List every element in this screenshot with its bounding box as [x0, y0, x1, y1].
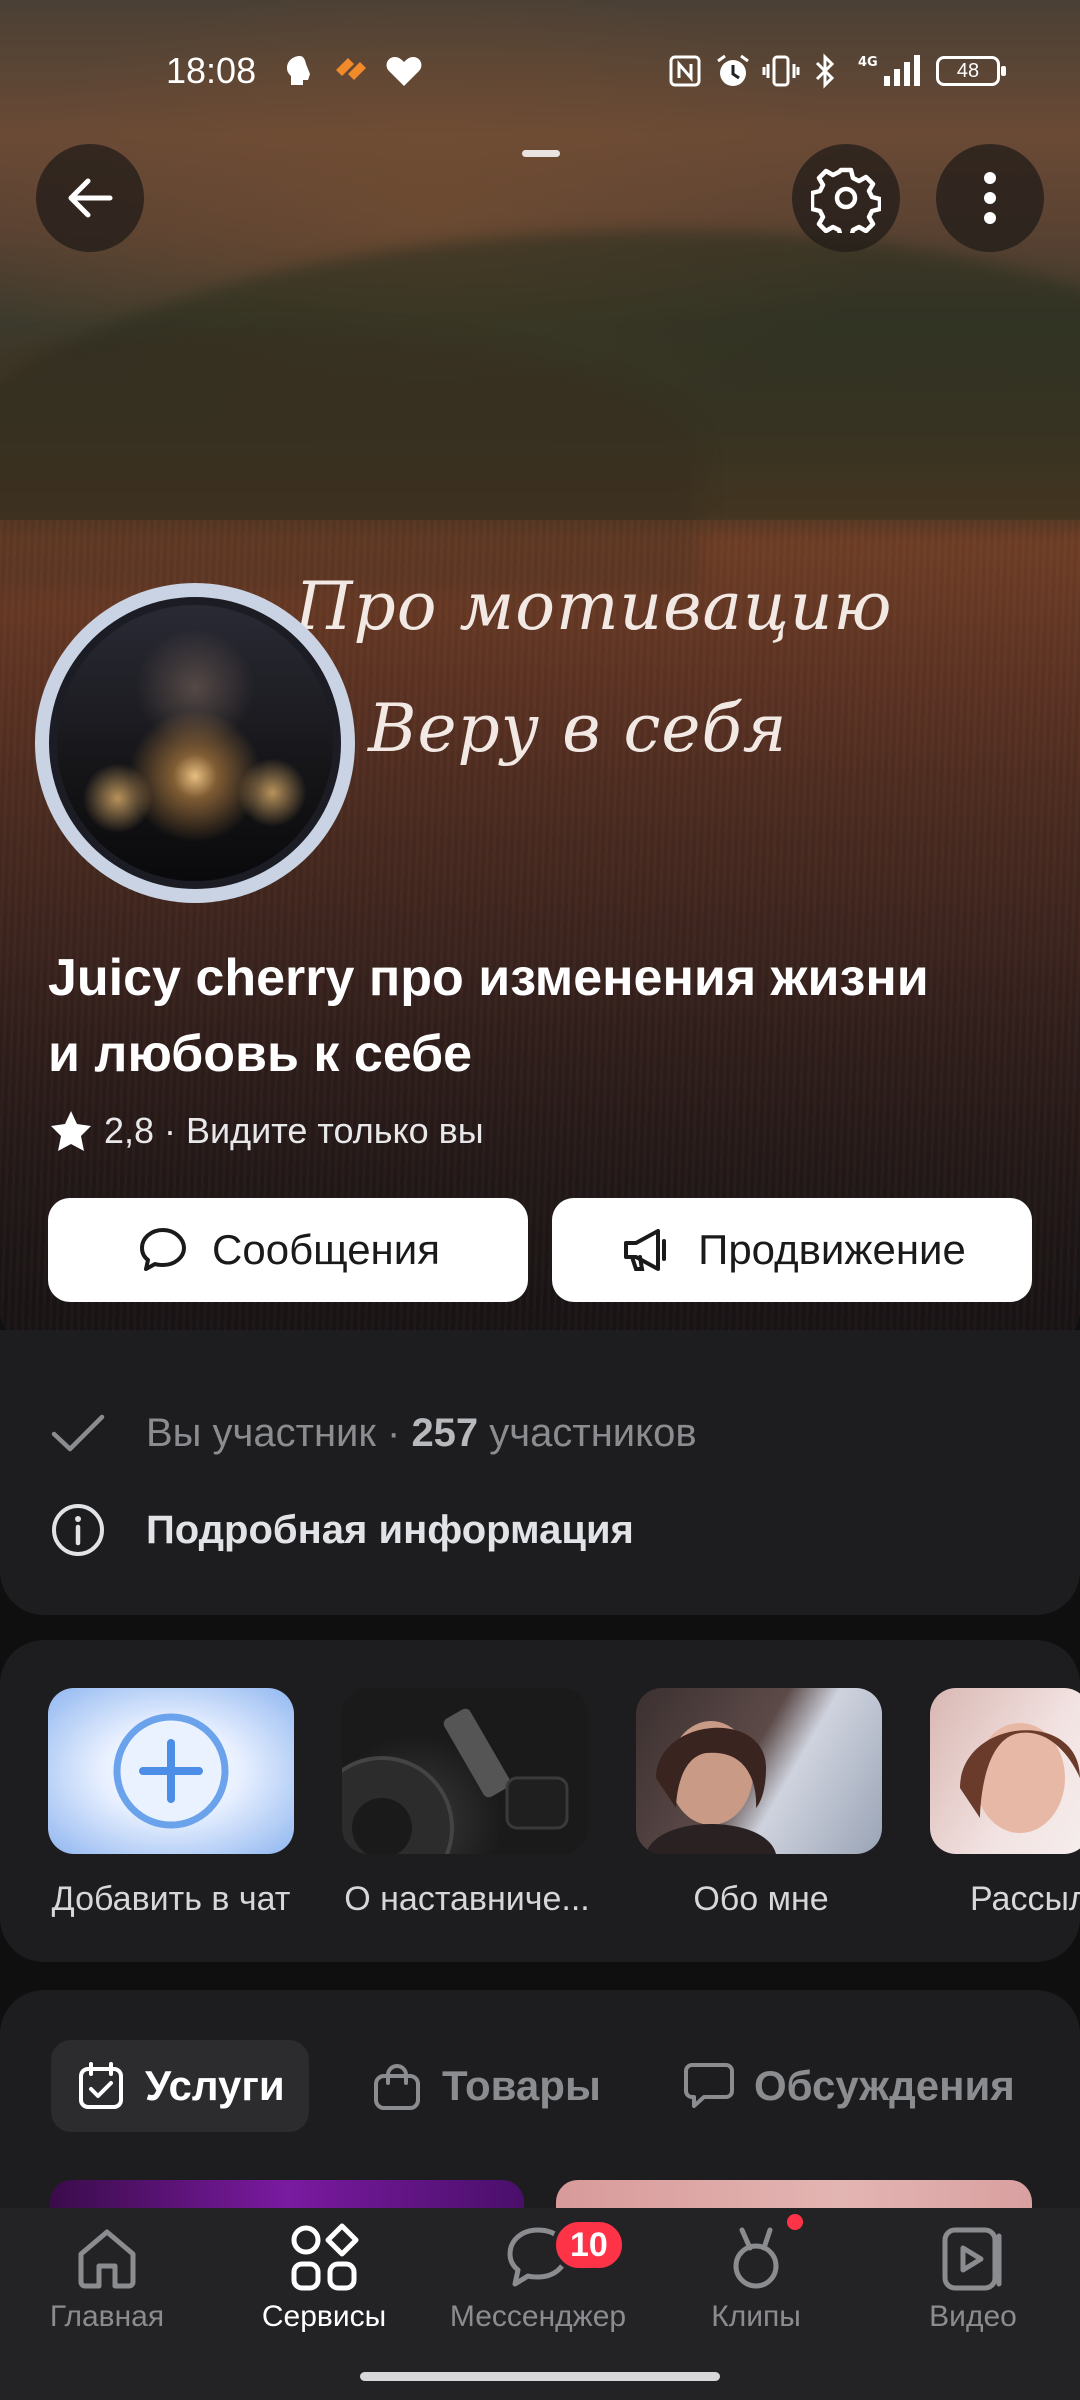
- gear-icon: [811, 167, 881, 233]
- shortcut-label-mentoring: О наставниче...: [344, 1880, 590, 1918]
- group-title: Juicy cherry про изменения жизни и любов…: [48, 949, 929, 1083]
- alarm-icon: [717, 54, 749, 86]
- messages-label: Сообщения: [212, 1226, 440, 1273]
- group-meta: 2,8 · Видите только вы: [48, 1108, 484, 1154]
- status-time: 18:08: [166, 50, 257, 91]
- mentoring-tile[interactable]: [342, 1688, 588, 1854]
- tab-goods-label: Товары: [442, 2062, 601, 2109]
- member-status: Вы участник ·: [146, 1410, 412, 1455]
- nav-messenger-label: Мессенджер: [449, 2300, 627, 2333]
- tab-services[interactable]: Услуги: [51, 2040, 309, 2132]
- promotion-label: Продвижение: [698, 1226, 966, 1273]
- tab-discussions-label: Обсуждения: [754, 2062, 1015, 2109]
- cover-page-indicator: [522, 150, 560, 157]
- message-icon: [140, 1228, 187, 1271]
- nav-clips[interactable]: Клипы: [666, 2222, 846, 2334]
- orange-heart-app-icon: [336, 58, 366, 80]
- membership-row[interactable]: Вы участник · 257 участников: [48, 1408, 697, 1458]
- rating-value[interactable]: 2,8: [104, 1110, 154, 1152]
- nav-services-label: Сервисы: [261, 2300, 387, 2333]
- portrait-photo: [646, 1721, 776, 1854]
- signal-4g-icon: 4G: [858, 55, 920, 86]
- calendar-check-icon: [79, 2062, 123, 2109]
- discussion-bubble-icon: [684, 2063, 734, 2108]
- cover-text-line2: Веру в себя: [368, 690, 788, 767]
- more-button[interactable]: [936, 144, 1044, 252]
- info-icon: [52, 1504, 104, 1556]
- shopping-bag-icon: [374, 2064, 420, 2110]
- member-count: 257: [411, 1410, 479, 1455]
- promotion-button[interactable]: Продвижение: [552, 1198, 1032, 1302]
- nav-services[interactable]: Сервисы: [234, 2222, 414, 2334]
- nav-clips-label: Клипы: [711, 2300, 801, 2333]
- battery-icon: 48: [936, 56, 1006, 86]
- vibrate-icon: [762, 55, 800, 87]
- unread-badge: 10: [552, 2218, 626, 2272]
- settings-button[interactable]: [792, 144, 900, 252]
- nav-video[interactable]: Видео: [883, 2222, 1063, 2334]
- plus-circle-icon: [113, 1713, 229, 1829]
- home-indicator[interactable]: [360, 2372, 720, 2381]
- portrait-photo-2: [960, 1723, 1080, 1833]
- more-vertical-icon: [984, 172, 996, 224]
- shortcut-label-about: Обо мне: [693, 1880, 829, 1918]
- status-bar: 18:08 4G 48: [0, 0, 1080, 140]
- nav-home-label: Главная: [49, 2300, 165, 2333]
- dumbbell-image: [342, 1708, 569, 1854]
- messages-button[interactable]: Сообщения: [48, 1198, 528, 1302]
- member-suffix: участников: [478, 1410, 697, 1455]
- arrow-left-icon: [68, 178, 113, 218]
- back-button[interactable]: [36, 144, 144, 252]
- heart-icon: [386, 57, 422, 86]
- nfc-icon: [669, 55, 701, 87]
- tab-discussions[interactable]: Обсуждения: [682, 2040, 1015, 2132]
- mailing-tile[interactable]: [930, 1688, 1080, 1854]
- clips-notification-dot: [787, 2214, 803, 2230]
- avatar[interactable]: [35, 583, 355, 903]
- cover-text-line1: Про мотивацию: [295, 568, 893, 645]
- add-to-chat-tile[interactable]: [48, 1688, 294, 1854]
- brain-app-icon: [287, 56, 310, 85]
- megaphone-icon: [624, 1229, 667, 1271]
- details-row[interactable]: Подробная информация: [48, 1500, 634, 1560]
- star-icon: [51, 1111, 91, 1151]
- clips-icon: [733, 2227, 779, 2289]
- shortcut-label-add: Добавить в чат: [51, 1880, 291, 1918]
- nav-video-label: Видео: [929, 2300, 1017, 2333]
- avatar-image: [57, 605, 333, 881]
- bluetooth-icon: [815, 53, 835, 89]
- shortcut-label-mailing: Рассылк: [970, 1880, 1080, 1918]
- info-card: [0, 1330, 1080, 1615]
- details-label: Подробная информация: [146, 1507, 634, 1552]
- tab-goods[interactable]: Товары: [370, 2040, 601, 2132]
- services-grid-icon: [291, 2223, 359, 2291]
- svg-text:4G: 4G: [858, 55, 878, 70]
- visibility-text: · Видите только вы: [164, 1110, 484, 1151]
- about-me-tile[interactable]: [636, 1688, 882, 1854]
- nav-home[interactable]: Главная: [17, 2222, 197, 2334]
- home-icon: [78, 2229, 136, 2289]
- video-icon: [942, 2227, 1002, 2291]
- check-icon: [51, 1414, 105, 1452]
- tab-services-label: Услуги: [145, 2062, 285, 2109]
